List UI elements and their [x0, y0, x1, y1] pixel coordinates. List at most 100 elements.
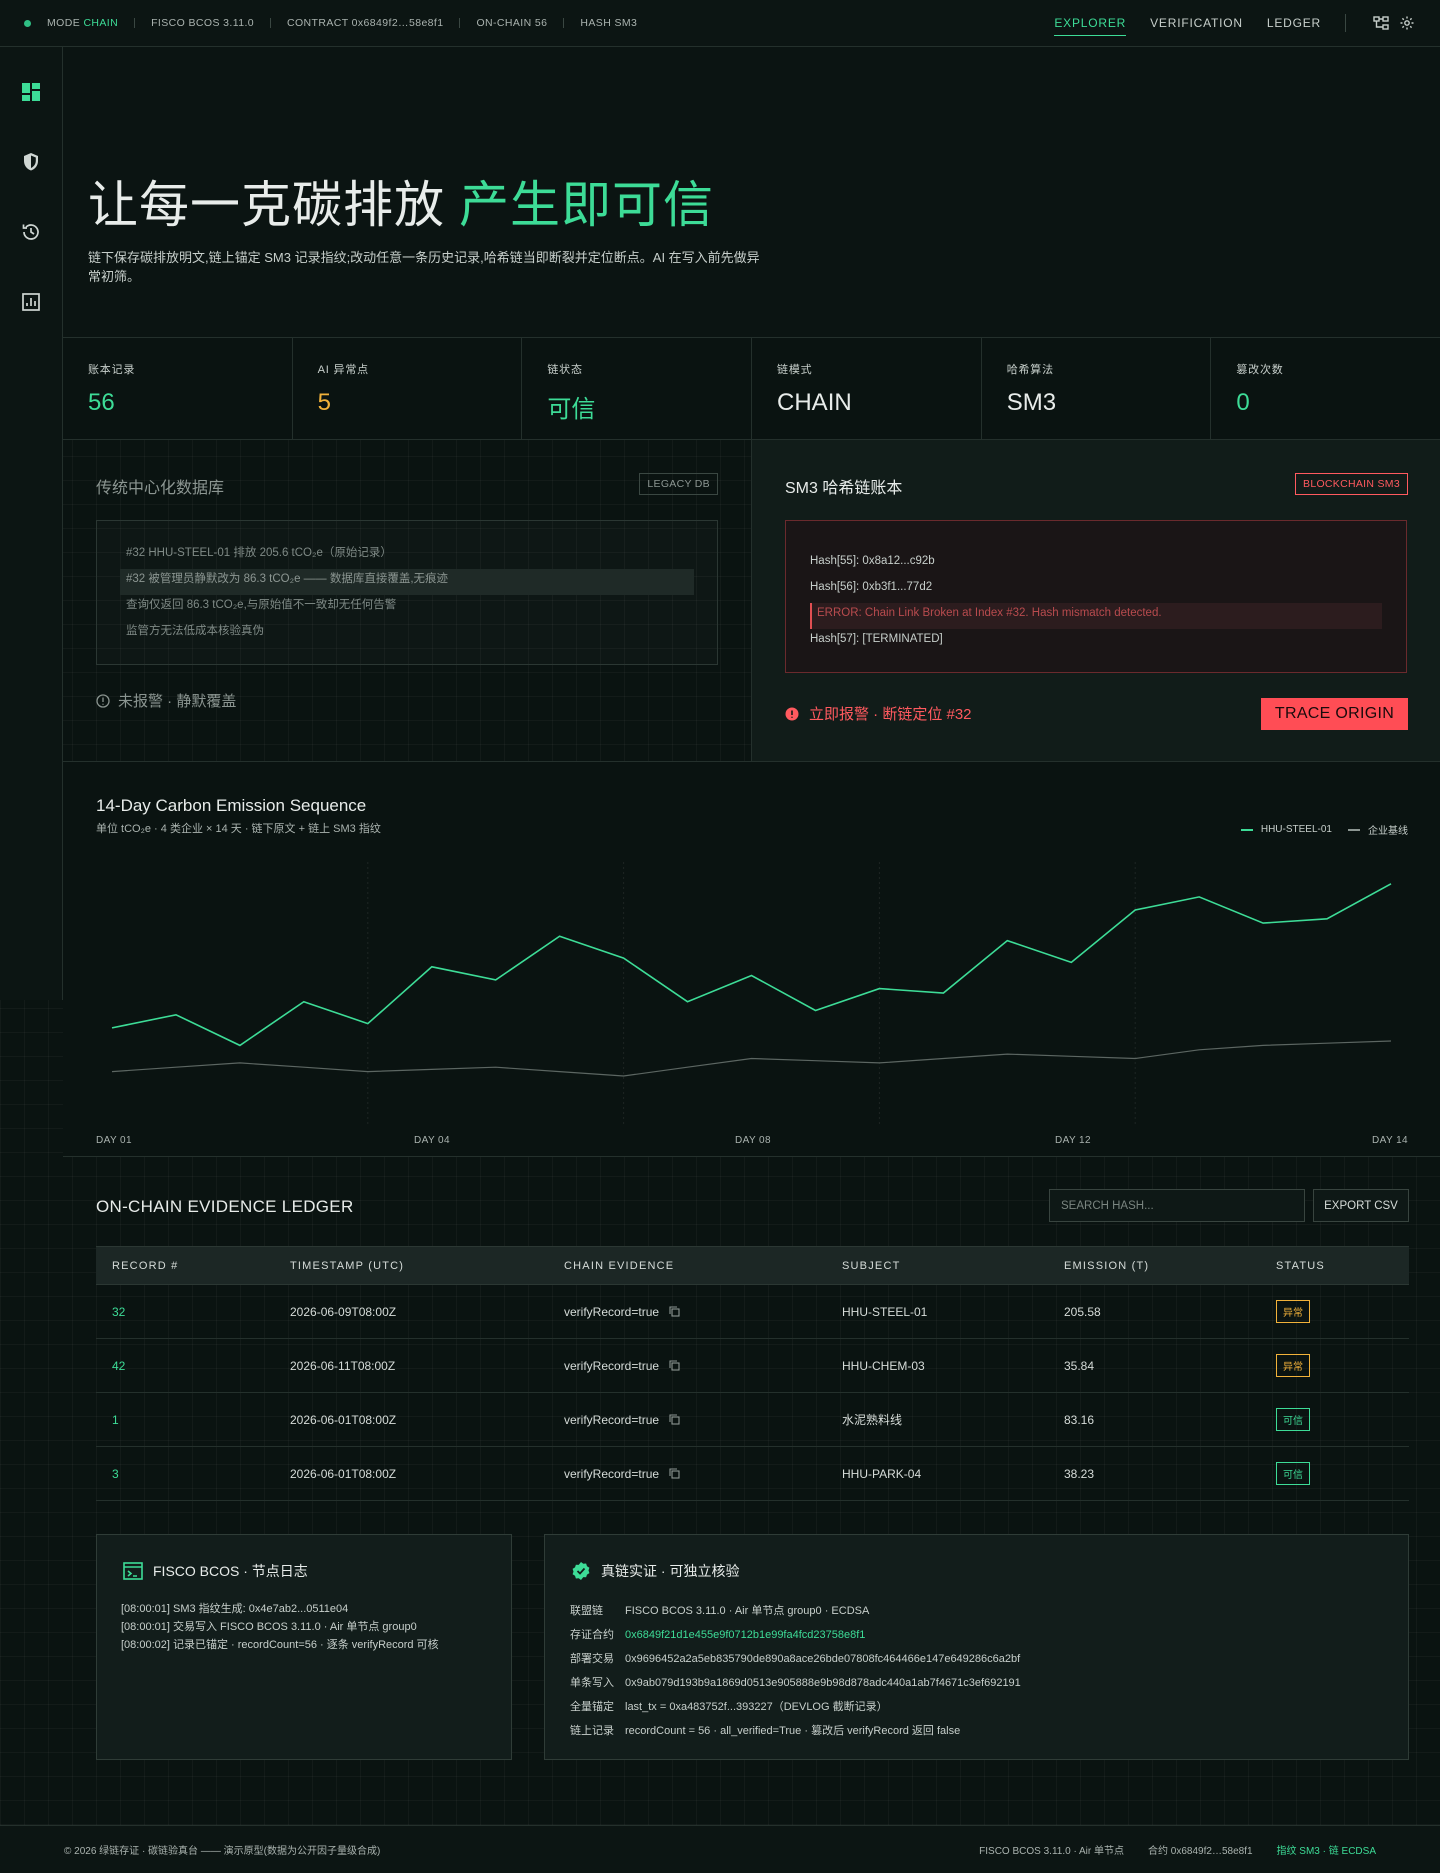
verify-value: last_tx = 0xa483752f...393227（DEVLOG 截断记…	[625, 1701, 888, 1713]
record-id[interactable]: 3	[112, 1467, 119, 1481]
col-status[interactable]: STATUS	[1276, 1260, 1325, 1272]
legacy-warning: 未报警 · 静默覆盖	[96, 690, 236, 711]
record-subject: 水泥熟料线	[842, 1413, 903, 1427]
col-timestamp[interactable]: TIMESTAMP (UTC)	[290, 1260, 404, 1272]
analytics-icon[interactable]	[19, 290, 43, 314]
log-line: [08:00:01] 交易写入 FISCO BCOS 3.11.0 · Air …	[121, 1621, 417, 1633]
table-row[interactable]: 3 2026-06-01T08:00Z verifyRecord=true HHU-P…	[96, 1447, 1409, 1501]
x-tick-label: DAY 14	[1372, 1135, 1408, 1146]
nav-ledger[interactable]: LEDGER	[1267, 12, 1321, 34]
chain-log: Hash[55]: 0x8a12...c92b Hash[56]: 0xb3f1…	[785, 520, 1407, 673]
x-tick-label: DAY 12	[1055, 1135, 1091, 1146]
verify-row: 联盟链 FISCO BCOS 3.11.0 · Air 单节点 group0 · …	[570, 1599, 1021, 1623]
chain-alarm: 立即报警 · 断链定位 #32	[785, 703, 972, 724]
record-id[interactable]: 42	[112, 1359, 125, 1373]
record-timestamp: 2026-06-01T08:00Z	[290, 1466, 397, 1481]
hash-indicator: HASH SM3	[580, 17, 638, 29]
legacy-line: 查询仅返回 86.3 tCO₂e,与原始值不一致却无任何告警	[126, 599, 397, 611]
mode-indicator: MODE CHAIN	[47, 17, 119, 29]
record-id[interactable]: 32	[112, 1305, 125, 1319]
table-row[interactable]: 32 2026-06-09T08:00Z verifyRecord=true HHU-…	[96, 1285, 1409, 1339]
copy-icon[interactable]	[669, 1414, 680, 1425]
dashboard-icon[interactable]	[19, 80, 43, 104]
status-badge: 可信	[1276, 1408, 1310, 1431]
log-line: [08:00:02] 记录已锚定 · recordCount=56 · 逐条 v…	[121, 1639, 439, 1651]
history-icon[interactable]	[19, 220, 43, 244]
verify-value: recordCount = 56 · all_verified=True · 篡…	[625, 1725, 961, 1737]
contract-indicator: CONTRACT 0x6849f2…58e8f1	[287, 17, 444, 29]
node-log-lines: [08:00:01] SM3 指纹生成: 0x4e7ab2...0511e04 …	[121, 1600, 439, 1654]
record-evidence: verifyRecord=true	[564, 1467, 680, 1481]
copy-icon[interactable]	[669, 1468, 680, 1479]
node-log-panel: FISCO BCOS · 节点日志 [08:00:01] SM3 指纹生成: 0…	[96, 1534, 512, 1760]
stat-chain-status: 链状态 可信	[522, 338, 753, 439]
trace-origin-button[interactable]: TRACE ORIGIN	[1261, 698, 1408, 730]
gear-icon[interactable]	[1398, 14, 1416, 32]
hero-title: 让每一克碳排放 产生即可信	[88, 177, 714, 233]
table-row[interactable]: 42 2026-06-11T08:00Z verifyRecord=true HHU-…	[96, 1339, 1409, 1393]
verified-badge-icon	[571, 1561, 591, 1581]
footer-crypto: 指纹 SM3 · 链 ECDSA	[1276, 1846, 1376, 1857]
nav-verification[interactable]: VERIFICATION	[1150, 12, 1243, 34]
nav-explorer[interactable]: EXPLORER	[1054, 12, 1126, 36]
network-tree-icon[interactable]	[1372, 14, 1390, 32]
verify-value: 0x9696452a2a5eb835790de890a8ace26bde0780…	[625, 1653, 1021, 1665]
verify-value[interactable]: 0x6849f21d1e455e9f0712b1e99fa4fcd23758e8…	[625, 1623, 865, 1647]
sm3-chain-panel: SM3 哈希链账本 BLOCKCHAIN SM3 Hash[55]: 0x8a1…	[752, 440, 1440, 762]
node-log-title: FISCO BCOS · 节点日志	[123, 1561, 308, 1581]
record-timestamp: 2026-06-01T08:00Z	[290, 1412, 397, 1427]
col-record[interactable]: RECORD #	[112, 1260, 178, 1272]
emission-chart: 14-Day Carbon Emission Sequence 单位 tCO₂e…	[63, 762, 1440, 1157]
verify-title: 真链实证 · 可独立核验	[571, 1561, 739, 1581]
legacy-line: 监管方无法低成本核验真伪	[126, 625, 264, 637]
log-line: [08:00:01] SM3 指纹生成: 0x4e7ab2...0511e04	[121, 1603, 349, 1615]
status-badge: 可信	[1276, 1462, 1310, 1485]
chart-legend: HHU-STEEL-01 企业基线	[1225, 822, 1408, 837]
verify-details: 联盟链 FISCO BCOS 3.11.0 · Air 单节点 group0 · …	[570, 1599, 1021, 1743]
main-nav: EXPLORER VERIFICATION LEDGER	[1030, 0, 1416, 46]
onchain-indicator: ON-CHAIN 56	[476, 17, 548, 29]
verify-key: 全量锚定	[570, 1701, 614, 1713]
col-subject[interactable]: SUBJECT	[842, 1260, 901, 1272]
verify-key: 联盟链	[570, 1605, 603, 1617]
chain-line: Hash[55]: 0x8a12...c92b	[810, 555, 935, 567]
stat-ai-anomalies: AI 异常点 5	[293, 338, 523, 439]
copy-icon[interactable]	[669, 1360, 680, 1371]
col-emission[interactable]: EMISSION (T)	[1064, 1260, 1149, 1272]
stat-hash-algorithm: 哈希算法 SM3	[982, 338, 1212, 439]
record-id[interactable]: 1	[112, 1413, 119, 1427]
verify-key: 存证合约	[570, 1629, 614, 1641]
version-indicator: FISCO BCOS 3.11.0	[151, 17, 254, 29]
record-evidence: verifyRecord=true	[564, 1305, 680, 1319]
export-csv-button[interactable]: EXPORT CSV	[1313, 1189, 1409, 1222]
record-subject: HHU-PARK-04	[842, 1466, 922, 1481]
info-circle-icon	[96, 693, 110, 708]
legacy-tag: LEGACY DB	[639, 473, 718, 495]
chain-error-line: ERROR: Chain Link Broken at Index #32. H…	[810, 603, 1382, 629]
record-timestamp: 2026-06-11T08:00Z	[290, 1358, 396, 1373]
x-tick-label: DAY 01	[96, 1135, 132, 1146]
table-body: 32 2026-06-09T08:00Z verifyRecord=true HHU-…	[96, 1285, 1409, 1501]
status-dot	[24, 19, 31, 27]
legacy-db-panel: 传统中心化数据库 LEGACY DB #32 HHU-STEEL-01 排放 2…	[63, 440, 752, 762]
shield-icon[interactable]	[19, 150, 43, 174]
chain-meta: MODE CHAIN FISCO BCOS 3.11.0 CONTRACT 0x…	[47, 17, 637, 29]
legend-item-steel: HHU-STEEL-01	[1240, 824, 1332, 835]
legend-item-baseline: 企业基线	[1348, 822, 1408, 837]
copy-icon[interactable]	[669, 1306, 680, 1317]
record-emission: 38.23	[1064, 1466, 1095, 1481]
hero: 让每一克碳排放 产生即可信 链下保存碳排放明文,链上锚定 SM3 记录指纹;改动任…	[63, 47, 1440, 338]
table-header: RECORD # TIMESTAMP (UTC) CHAIN EVIDENCE …	[96, 1246, 1409, 1285]
record-emission: 35.84	[1064, 1358, 1095, 1373]
search-hash-input[interactable]	[1049, 1189, 1305, 1222]
stat-chain-mode: 链模式 CHAIN	[752, 338, 982, 439]
record-emission: 83.16	[1064, 1412, 1095, 1427]
stat-tamper-count: 篡改次数 0	[1236, 364, 1284, 416]
series-line-steel	[111, 883, 1392, 1047]
ledger-title: ON-CHAIN EVIDENCE LEDGER	[96, 1197, 354, 1216]
footer: © 2026 绿链存证 · 碳链验真台 —— 演示原型(数据为公开因子量级合成)…	[0, 1825, 1440, 1873]
status-badge: 异常	[1276, 1354, 1310, 1377]
col-evidence[interactable]: CHAIN EVIDENCE	[564, 1260, 674, 1272]
table-row[interactable]: 1 2026-06-01T08:00Z verifyRecord=true 水泥熟料线…	[96, 1393, 1409, 1447]
stats-bar: 账本记录 56 AI 异常点 5 链状态 可信 链模式 CHAIN 哈希算法 SM3 篡改…	[63, 338, 1440, 440]
